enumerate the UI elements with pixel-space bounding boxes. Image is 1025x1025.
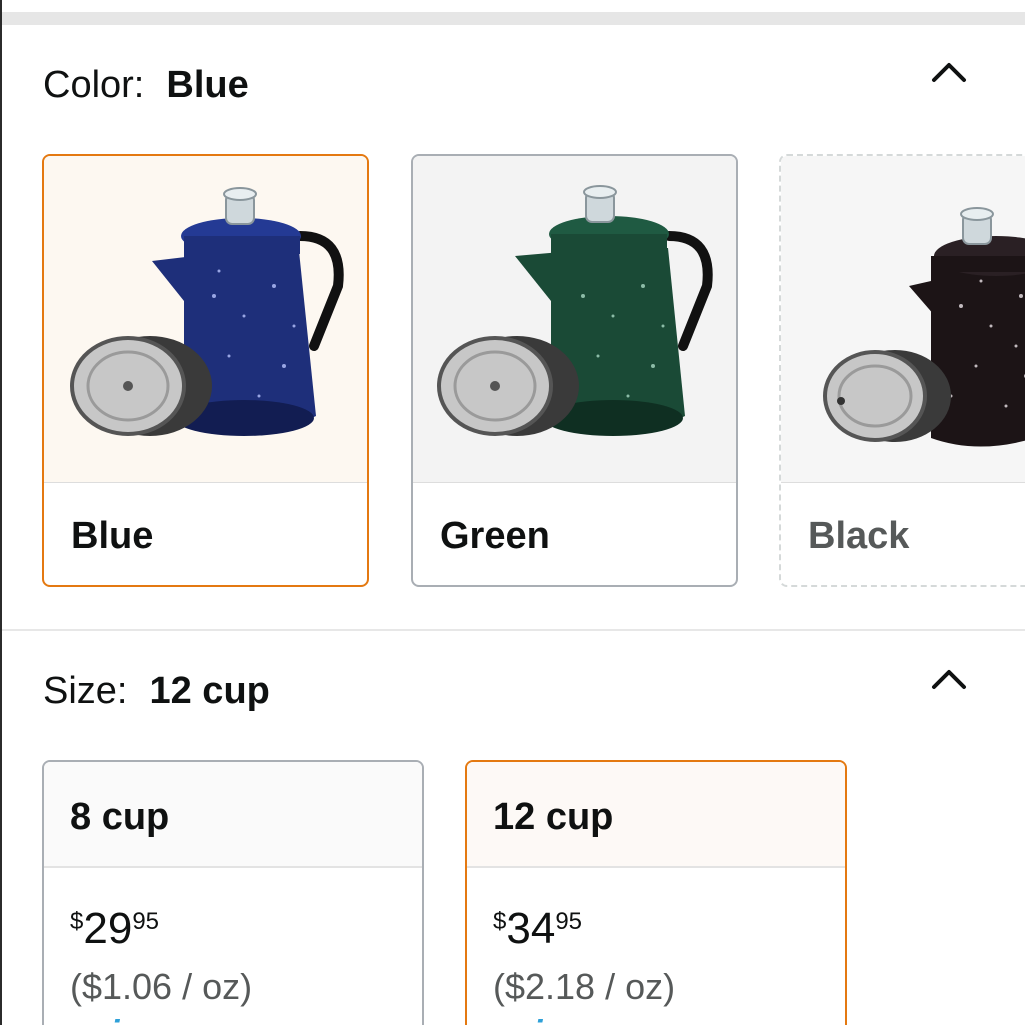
prime-badge: prime <box>497 1014 595 1025</box>
chevron-up-icon[interactable] <box>931 60 967 84</box>
size-option-8-cup[interactable]: 8 cup $2995 ($1.06 / oz) prime <box>42 760 424 1025</box>
chevron-up-icon[interactable] <box>931 667 967 691</box>
price-whole: 29 <box>83 904 133 953</box>
size-section-header: Size: 12 cup <box>43 669 270 713</box>
swatch-image-black <box>781 156 1025 482</box>
swatch-separator <box>44 482 367 483</box>
price-whole: 34 <box>506 904 556 953</box>
price-currency: $ <box>493 908 507 935</box>
swatch-separator <box>781 482 1025 483</box>
color-label: Color: <box>43 64 145 106</box>
size-option-price: $3495 <box>493 904 582 954</box>
swatch-separator <box>413 482 736 483</box>
unit-price: ($2.18 / oz) <box>493 966 676 1007</box>
prime-badge: prime <box>74 1014 172 1025</box>
size-option-header: 12 cup <box>467 762 845 868</box>
size-option-price: $2995 <box>70 904 159 954</box>
color-swatch-blue[interactable]: Blue <box>42 154 369 587</box>
section-divider <box>2 629 1025 631</box>
swatch-name-black: Black <box>808 515 910 557</box>
color-swatch-green[interactable]: Green <box>411 154 738 587</box>
percolator-icon-blue <box>70 187 344 436</box>
swatch-name-green: Green <box>440 515 550 557</box>
top-strip <box>0 12 1025 25</box>
unit-price: ($1.06 / oz) <box>70 966 253 1007</box>
color-selected-value: Blue <box>166 64 249 106</box>
size-selected-value: 12 cup <box>149 670 270 712</box>
size-option-name: 12 cup <box>493 796 614 838</box>
price-fraction: 95 <box>132 908 160 935</box>
left-edge <box>0 0 2 1025</box>
price-currency: $ <box>70 908 84 935</box>
color-section-header: Color: Blue <box>43 63 249 107</box>
size-option-12-cup[interactable]: 12 cup $3495 ($2.18 / oz) prime <box>465 760 847 1025</box>
size-option-header: 8 cup <box>44 762 422 868</box>
size-option-name: 8 cup <box>70 796 170 838</box>
percolator-icon-black <box>823 207 1025 447</box>
swatch-name-blue: Blue <box>71 515 154 557</box>
price-fraction: 95 <box>555 908 583 935</box>
swatch-image-blue <box>44 156 367 482</box>
size-label: Size: <box>43 670 128 712</box>
percolator-icon-green <box>437 185 713 436</box>
color-swatch-black[interactable]: Black <box>779 154 1025 587</box>
swatch-image-green <box>413 156 736 482</box>
